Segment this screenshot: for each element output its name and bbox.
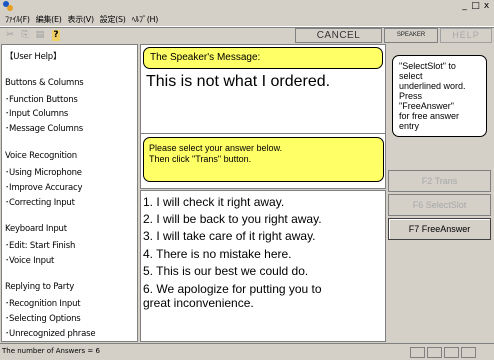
minimize-button[interactable]: _	[459, 1, 470, 11]
f7-freeanswer-button[interactable]: F7 FreeAnswer	[388, 218, 491, 240]
speaker-message-panel: The Speaker's Message: This is not what …	[140, 44, 386, 134]
menu-view[interactable]: 表示(V)	[65, 13, 97, 26]
status-bar: The number of Answers = 6	[0, 343, 494, 360]
answer-list: 1. I will check it right away. 2. I will…	[140, 190, 386, 342]
answer-option-1[interactable]: 1. I will check it right away.	[143, 195, 284, 209]
help-link-edit-start-finish[interactable]: ･Edit: Start Finish	[5, 239, 75, 251]
hint-line: "FreeAnswer"	[399, 101, 454, 111]
function-panel: "SelectSlot" to select underlined word. …	[388, 44, 493, 342]
hint-line: underlined word.	[399, 81, 466, 91]
speaker-message-text: This is not what I ordered.	[146, 73, 331, 90]
hint-line: entry	[399, 121, 420, 131]
help-icon[interactable]: ?	[52, 30, 60, 41]
answer-count-status: The number of Answers = 6	[2, 347, 100, 355]
hint-line: Press	[399, 91, 423, 101]
answer-option-2[interactable]: 2. I will be back to you right away.	[143, 212, 322, 226]
status-cell	[444, 347, 459, 358]
status-cell	[461, 347, 476, 358]
help-link-input-columns[interactable]: ･Input Columns	[5, 107, 68, 119]
help-title: 【User Help】	[5, 52, 62, 62]
app-icon	[3, 1, 14, 11]
instruction-line-2: Then click "Trans" button.	[149, 154, 252, 164]
answer-option-6[interactable]: 6. We apologize for putting you to	[143, 282, 322, 296]
f2-trans-button[interactable]: F2 Trans	[388, 170, 491, 192]
help-button[interactable]: HELP	[440, 28, 492, 43]
speaker-message-label: The Speaker's Message:	[143, 47, 383, 69]
hint-box: "SelectSlot" to select underlined word. …	[392, 55, 487, 137]
help-link-function-buttons[interactable]: ･Function Buttons	[5, 93, 78, 105]
menu-edit[interactable]: 編集(E)	[33, 13, 65, 26]
help-link-using-microphone[interactable]: ･Using Microphone	[5, 166, 82, 178]
help-link-voice-input[interactable]: ･Voice Input	[5, 254, 54, 266]
answer-option-4[interactable]: 4. There is no mistake here.	[143, 247, 292, 261]
hint-line: select	[399, 71, 423, 81]
cancel-button[interactable]: CANCEL	[295, 28, 382, 43]
hint-line: for free answer	[399, 111, 460, 121]
answer-option-3[interactable]: 3. I will take care of it right away.	[143, 229, 316, 243]
cut-icon[interactable]: ✂	[5, 30, 15, 41]
help-link-recognition-input[interactable]: ･Recognition Input	[5, 297, 81, 309]
help-link-unrecognized-phrase[interactable]: ･Unrecognized phrase	[5, 327, 96, 339]
help-section-buttons-columns[interactable]: Buttons & Columns	[5, 78, 84, 88]
answer-option-5[interactable]: 5. This is our best we could do.	[143, 264, 308, 278]
help-link-message-columns[interactable]: ･Message Columns	[5, 122, 83, 134]
maximize-button[interactable]: □	[470, 1, 481, 11]
help-section-replying-to-party[interactable]: Replying to Party	[5, 282, 74, 292]
help-link-correcting-input[interactable]: ･Correcting Input	[5, 196, 75, 208]
menu-settings[interactable]: 設定(S)	[97, 13, 129, 26]
close-button[interactable]: x	[481, 1, 492, 11]
help-section-keyboard-input[interactable]: Keyboard Input	[5, 224, 67, 234]
help-link-selecting-options[interactable]: ･Selecting Options	[5, 312, 81, 324]
copy-icon[interactable]: ⎘	[20, 30, 30, 41]
help-link-improve-accuracy[interactable]: ･Improve Accuracy	[5, 181, 83, 193]
menu-help[interactable]: ﾍﾙﾌﾟ(H)	[129, 13, 161, 26]
help-section-voice-recognition[interactable]: Voice Recognition	[5, 151, 77, 161]
status-cell	[410, 347, 425, 358]
status-cell	[427, 347, 442, 358]
menu-bar: ﾌｧｲﾙ(F) 編集(E) 表示(V) 設定(S) ﾍﾙﾌﾟ(H)	[0, 13, 494, 27]
hint-line: "SelectSlot" to	[399, 61, 456, 71]
speaker-change-button[interactable]: SPEAKER CHANGE	[384, 28, 438, 51]
paste-icon[interactable]: ▤	[35, 30, 45, 41]
menu-file[interactable]: ﾌｧｲﾙ(F)	[2, 13, 33, 26]
instruction-box: Please select your answer below. Then cl…	[143, 137, 384, 182]
instruction-line-1: Please select your answer below.	[149, 143, 283, 153]
toolbar: ✂ ⎘ ▤ ? CANCEL SPEAKER CHANGE HELP	[0, 27, 494, 51]
user-help-panel: 【User Help】 Buttons & Columns ･Function …	[1, 44, 138, 342]
instruction-panel: Please select your answer below. Then cl…	[140, 134, 386, 189]
window-controls: _ □ x	[459, 1, 492, 11]
title-bar: _ □ x	[0, 0, 494, 13]
answer-option-6-continued[interactable]: great inconvenience.	[143, 296, 254, 310]
f6-selectslot-button[interactable]: F6 SelectSlot	[388, 194, 491, 216]
